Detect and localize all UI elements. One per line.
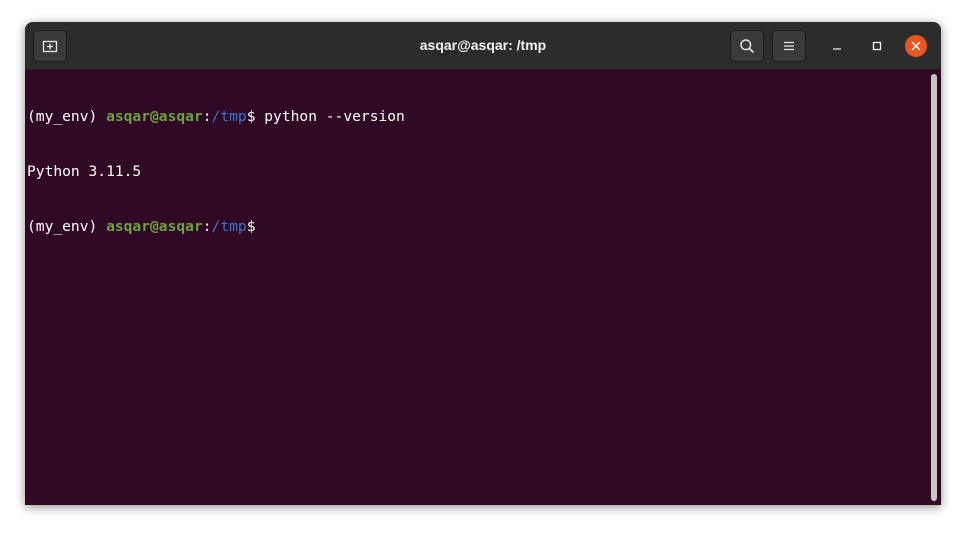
prompt-separator: : [202, 108, 212, 126]
prompt-symbol: $ [246, 108, 265, 126]
terminal-line: Python 3.11.5 [27, 163, 923, 181]
minimize-icon [833, 48, 841, 50]
virtualenv-label: (my_env) [27, 217, 107, 235]
command-output: Python 3.11.5 [27, 163, 142, 180]
terminal-line: (my_env) asqar@asqar:/tmp$ [27, 218, 923, 236]
virtualenv-label: (my_env) [27, 108, 107, 126]
prompt-user: asqar@asqar [106, 108, 203, 126]
close-icon [911, 41, 921, 51]
prompt-path: /tmp [211, 108, 247, 126]
scrollbar[interactable] [931, 74, 937, 501]
maximize-button[interactable] [865, 34, 889, 58]
terminal-line: (my_env) asqar@asqar:/tmp$ python --vers… [27, 108, 923, 126]
prompt-user: asqar@asqar [106, 217, 203, 235]
title-bar[interactable]: asqar@asqar: /tmp [25, 22, 941, 70]
minimize-button[interactable] [825, 34, 849, 58]
hamburger-menu-icon [784, 41, 794, 51]
prompt-symbol: $ [246, 217, 256, 235]
search-button[interactable] [730, 30, 764, 62]
prompt-separator: : [202, 217, 212, 235]
new-tab-icon [42, 40, 58, 53]
search-icon [740, 39, 754, 53]
menu-button[interactable] [772, 30, 806, 62]
maximize-icon [872, 41, 882, 51]
command-text: python --version [264, 108, 405, 126]
close-button[interactable] [905, 35, 927, 57]
new-tab-button[interactable] [33, 30, 67, 62]
prompt-path: /tmp [211, 217, 247, 235]
terminal-window: asqar@asqar: /tmp (my_env) asqar@asqar:/… [25, 22, 941, 505]
terminal-output[interactable]: (my_env) asqar@asqar:/tmp$ python --vers… [27, 72, 923, 502]
